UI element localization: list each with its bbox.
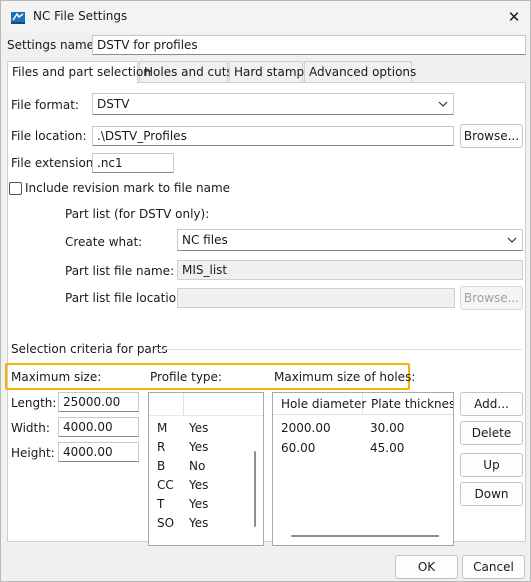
file-location-label: File location: [11,129,87,143]
profile-value[interactable]: No [189,459,205,473]
selection-criteria-heading: Selection criteria for parts [11,342,168,356]
profile-value[interactable]: Yes [189,421,208,435]
profile-type-label: Profile type: [150,370,222,384]
table-cell[interactable]: 30.00 [370,421,404,435]
file-format-select[interactable]: DSTV [92,93,454,115]
up-button[interactable]: Up [460,453,523,477]
profile-type-list[interactable]: M Yes R Yes B No CC Yes T Yes SO Yes [148,392,264,546]
part-list-file-location-label: Part list file location: [65,291,188,305]
add-button[interactable]: Add... [460,392,523,416]
browse-file-location-button[interactable]: Browse... [460,124,523,148]
part-list-heading: Part list (for DSTV only): [65,207,210,221]
browse-part-list-location-button[interactable]: Browse... [460,286,523,310]
width-input[interactable]: 4000.00 [58,417,139,437]
profile-value[interactable]: Yes [189,478,208,492]
window-title: NC File Settings [33,9,128,23]
column-header-hole-diameter[interactable]: Hole diameter [273,393,366,415]
part-list-file-name-label: Part list file name: [65,264,175,278]
cancel-button[interactable]: Cancel [462,555,525,579]
header-divider [149,415,263,416]
length-input[interactable]: 25000.00 [58,392,139,412]
profile-code: B [157,459,166,473]
nc-file-settings-dialog: NC File Settings ✕ Settings name: DSTV f… [0,0,531,582]
profile-code: M [157,421,168,435]
file-format-label: File format: [11,98,79,112]
chevron-down-icon [438,101,448,107]
revision-mark-checkbox[interactable] [9,182,22,195]
create-what-value: NC files [182,233,228,247]
revision-mark-label: Include revision mark to file name [25,181,231,195]
file-extension-input[interactable]: .nc1 [92,153,174,173]
profile-code: CC [157,478,174,492]
part-list-file-name-input[interactable]: MIS_list [177,260,523,280]
tab-holes-and-cuts[interactable]: Holes and cuts [139,61,233,83]
delete-button[interactable]: Delete [460,421,523,445]
tab-advanced-options[interactable]: Advanced options [304,61,416,83]
width-label: Width: [11,421,50,435]
file-extension-label: File extension: [11,156,98,170]
table-cell[interactable]: 2000.00 [281,421,331,435]
ok-button[interactable]: OK [395,555,458,579]
title-bar: NC File Settings ✕ [1,1,530,33]
profile-value[interactable]: Yes [189,516,208,530]
height-input[interactable]: 4000.00 [58,442,139,462]
file-location-input[interactable]: .\DSTV_Profiles [92,126,454,146]
holes-table[interactable]: Hole diameter Plate thickness 2000.00 30… [272,392,454,546]
settings-name-label: Settings name: [7,38,99,52]
tab-hard-stamp[interactable]: Hard stamp [229,61,304,83]
profile-code: SO [157,516,175,530]
column-divider [183,393,184,415]
length-label: Length: [11,396,57,410]
scrollbar-vertical[interactable] [254,451,256,527]
app-icon [11,12,25,24]
settings-name-input[interactable]: DSTV for profiles [92,35,526,55]
profile-code: T [157,497,165,511]
create-what-label: Create what: [65,235,143,249]
height-label: Height: [11,446,55,460]
chevron-down-icon [507,237,517,243]
close-icon[interactable]: ✕ [498,1,530,33]
table-cell[interactable]: 60.00 [281,441,315,455]
tab-files-and-part-selection[interactable]: Files and part selection [7,61,151,84]
down-button[interactable]: Down [460,482,523,506]
column-header-plate-thickness[interactable]: Plate thickness [363,393,453,415]
separator-line [154,349,522,350]
profile-value[interactable]: Yes [189,440,208,454]
profile-code: R [157,440,166,454]
max-holes-label: Maximum size of holes: [274,370,416,384]
scrollbar-horizontal[interactable] [291,535,439,537]
file-format-value: DSTV [97,97,130,111]
part-list-file-location-input[interactable] [177,288,455,308]
create-what-select[interactable]: NC files [177,229,523,251]
profile-value[interactable]: Yes [189,497,208,511]
maximum-size-label: Maximum size: [11,370,102,384]
table-cell[interactable]: 45.00 [370,441,404,455]
